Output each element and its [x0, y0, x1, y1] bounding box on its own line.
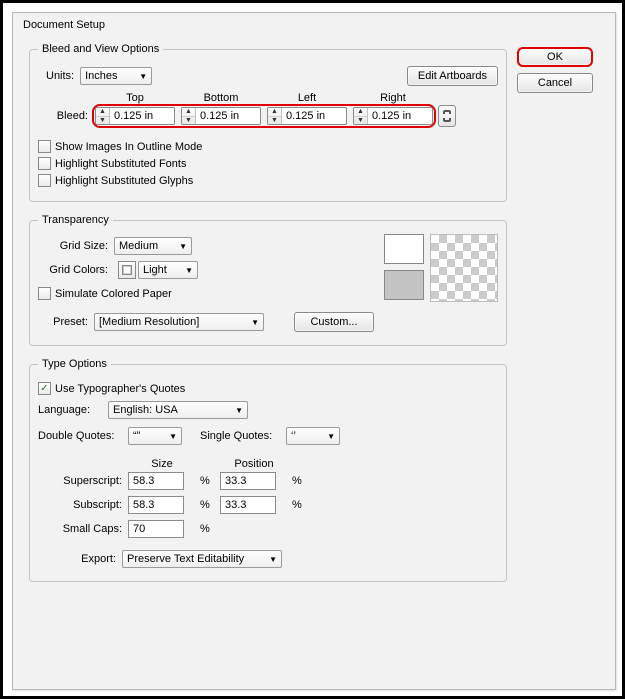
position-col: Position: [220, 458, 288, 470]
bleed-bottom-input[interactable]: ▲▼ 0.125 in: [181, 107, 261, 125]
superscript-label: Superscript:: [38, 475, 128, 487]
single-quotes-dropdown[interactable]: ‘’ ▼: [286, 427, 340, 445]
typographers-quotes-checkbox[interactable]: ✓ Use Typographer's Quotes: [38, 382, 498, 395]
bleed-left-input[interactable]: ▲▼ 0.125 in: [267, 107, 347, 125]
subscript-size-input[interactable]: 58.3: [128, 496, 184, 514]
smallcaps-label: Small Caps:: [38, 523, 128, 535]
grid-colors-label: Grid Colors:: [38, 264, 108, 276]
grid-colors-swatch[interactable]: [118, 261, 136, 279]
chevron-down-icon: ▼: [185, 266, 193, 275]
bleed-col-top: Top: [92, 92, 178, 104]
edit-artboards-button[interactable]: Edit Artboards: [407, 66, 498, 86]
chevron-down-icon: ▼: [179, 242, 187, 251]
transparency-legend: Transparency: [38, 214, 113, 226]
highlight-glyphs-checkbox[interactable]: Highlight Substituted Glyphs: [38, 174, 498, 187]
highlight-fonts-checkbox[interactable]: Highlight Substituted Fonts: [38, 157, 498, 170]
subscript-pos-input[interactable]: 33.3: [220, 496, 276, 514]
show-outline-checkbox[interactable]: Show Images In Outline Mode: [38, 140, 498, 153]
type-options-group: Type Options ✓ Use Typographer's Quotes …: [29, 358, 507, 582]
simulate-paper-checkbox[interactable]: Simulate Colored Paper: [38, 287, 364, 300]
link-bleed-icon[interactable]: [438, 105, 456, 127]
units-dropdown[interactable]: Inches ▼: [80, 67, 152, 85]
type-options-legend: Type Options: [38, 358, 111, 370]
bleed-view-legend: Bleed and View Options: [38, 43, 163, 55]
grid-colors-dropdown[interactable]: Light ▼: [138, 261, 198, 279]
double-quotes-label: Double Quotes:: [38, 430, 128, 442]
chevron-down-icon: ▼: [269, 555, 277, 564]
export-dropdown[interactable]: Preserve Text Editability ▼: [122, 550, 282, 568]
bleed-view-group: Bleed and View Options Units: Inches ▼ E…: [29, 43, 507, 202]
bleed-top-input[interactable]: ▲▼ 0.125 in: [95, 107, 175, 125]
preset-label: Preset:: [38, 316, 88, 328]
transparency-group: Transparency Grid Size: Medium ▼: [29, 214, 507, 346]
chevron-down-icon: ▼: [235, 406, 243, 415]
chevron-down-icon: ▼: [139, 72, 147, 81]
ok-button[interactable]: OK: [517, 47, 593, 67]
bleed-col-right: Right: [350, 92, 436, 104]
bleed-right-input[interactable]: ▲▼ 0.125 in: [353, 107, 433, 125]
transparency-preview: [430, 234, 498, 302]
superscript-size-input[interactable]: 58.3: [128, 472, 184, 490]
language-label: Language:: [38, 404, 108, 416]
double-quotes-dropdown[interactable]: “” ▼: [128, 427, 182, 445]
bleed-highlight: ▲▼ 0.125 in ▲▼ 0.125 in ▲▼ 0.125 in: [92, 104, 436, 128]
chevron-down-icon: ▼: [169, 432, 177, 441]
language-dropdown[interactable]: English: USA ▼: [108, 401, 248, 419]
paper-white-swatch[interactable]: [384, 234, 424, 264]
bleed-col-left: Left: [264, 92, 350, 104]
paper-gray-swatch[interactable]: [384, 270, 424, 300]
single-quotes-label: Single Quotes:: [200, 430, 286, 442]
units-label: Units:: [46, 70, 74, 82]
preset-dropdown[interactable]: [Medium Resolution] ▼: [94, 313, 264, 331]
size-col: Size: [128, 458, 196, 470]
custom-button[interactable]: Custom...: [294, 312, 374, 332]
smallcaps-size-input[interactable]: 70: [128, 520, 184, 538]
chevron-down-icon: ▼: [327, 432, 335, 441]
superscript-pos-input[interactable]: 33.3: [220, 472, 276, 490]
grid-size-dropdown[interactable]: Medium ▼: [114, 237, 192, 255]
bleed-col-bottom: Bottom: [178, 92, 264, 104]
bleed-label: Bleed:: [38, 110, 92, 122]
dialog-title: Document Setup: [13, 13, 615, 39]
chevron-down-icon: ▼: [251, 318, 259, 327]
export-label: Export:: [38, 553, 122, 565]
document-setup-dialog: Document Setup Bleed and View Options Un…: [12, 12, 616, 690]
grid-size-label: Grid Size:: [38, 240, 108, 252]
cancel-button[interactable]: Cancel: [517, 73, 593, 93]
subscript-label: Subscript:: [38, 499, 128, 511]
